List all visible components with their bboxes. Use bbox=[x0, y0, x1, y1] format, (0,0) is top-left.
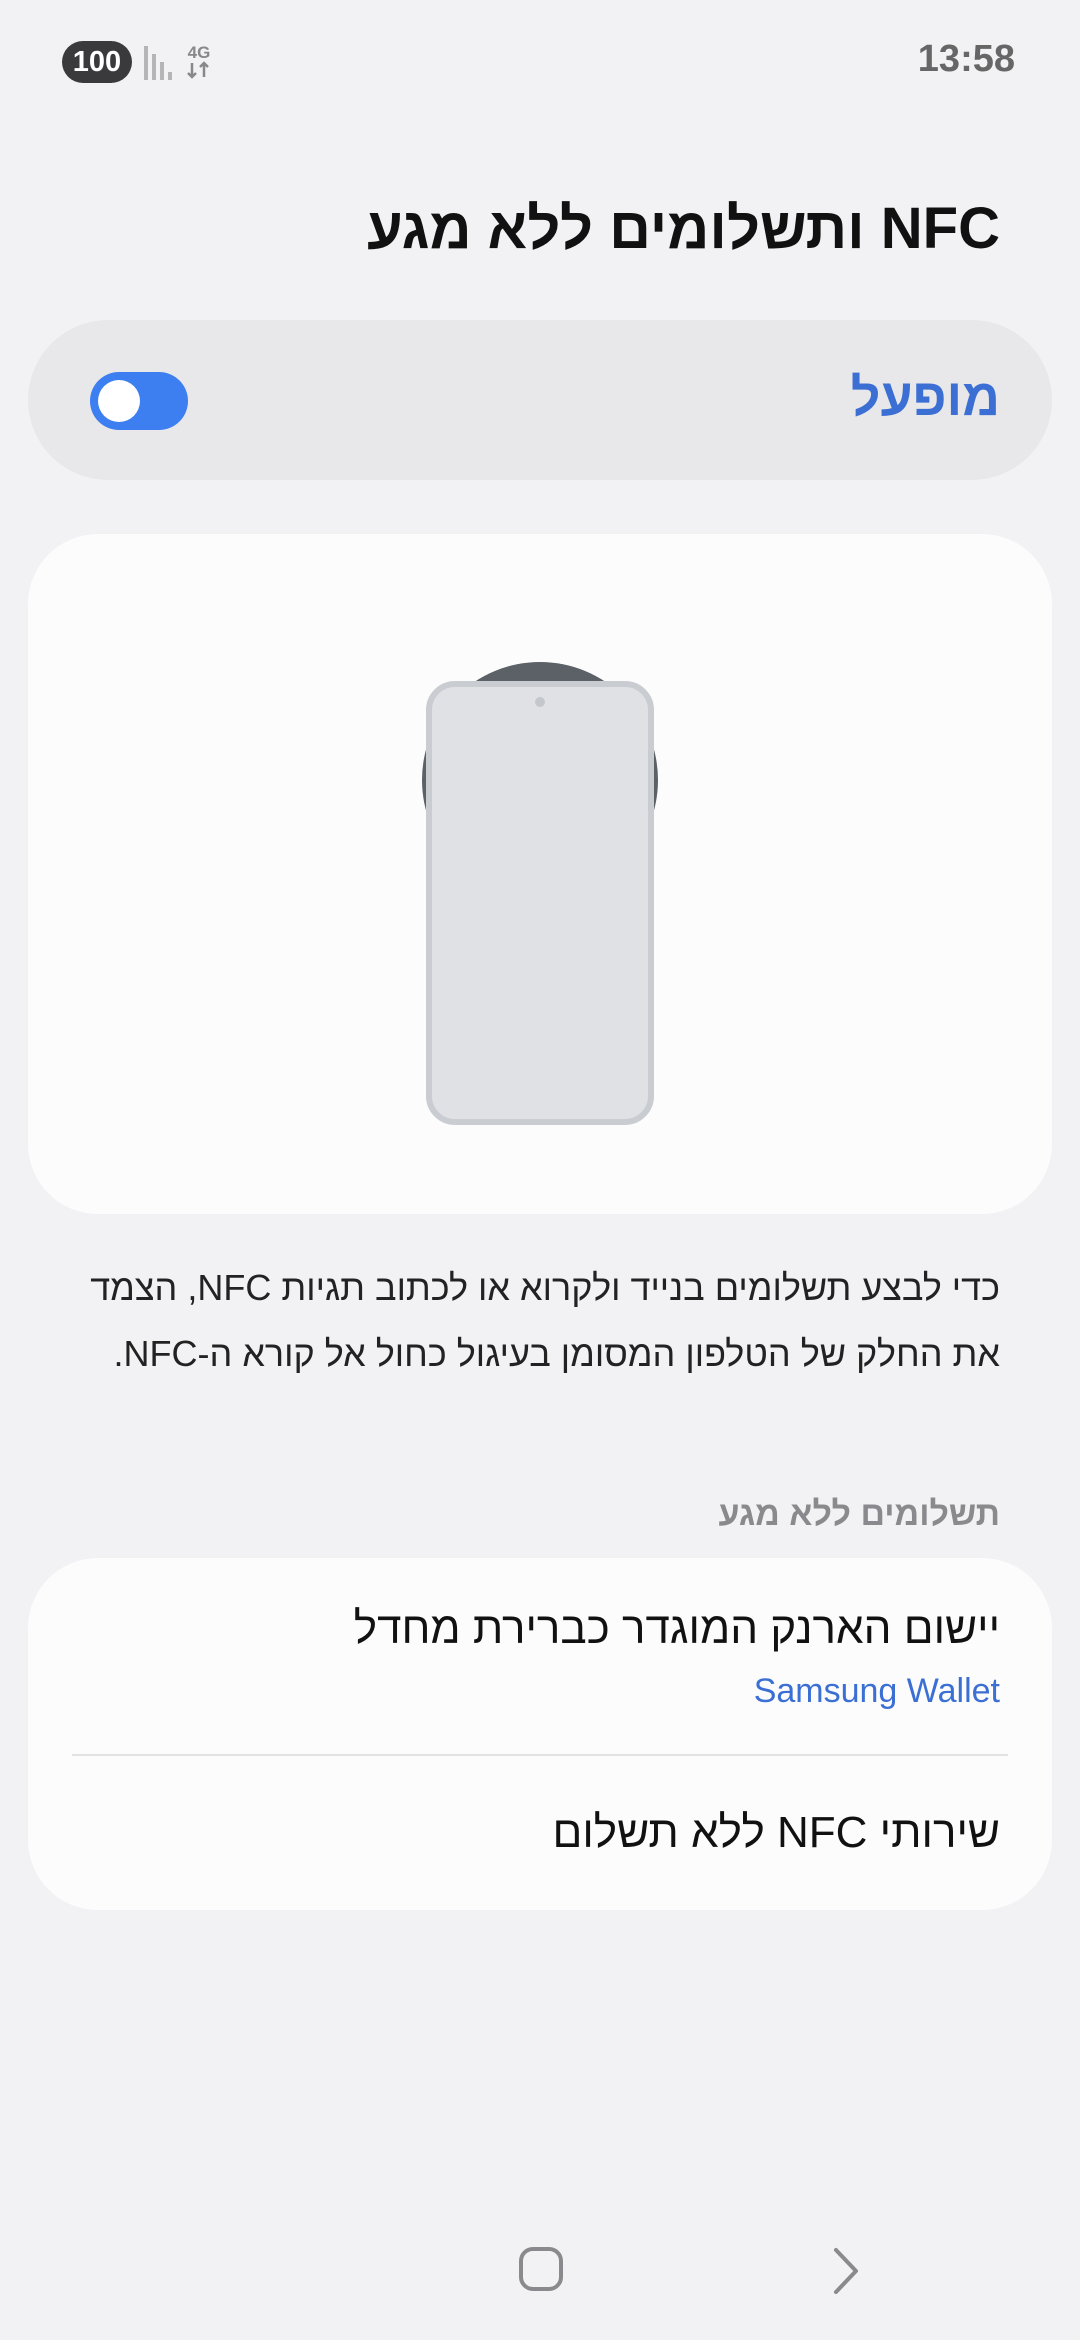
toggle-knob bbox=[98, 380, 140, 422]
navigation-bar bbox=[0, 2220, 1080, 2340]
nfc-free-services-title: שירותי NFC ללא תשלום bbox=[552, 1808, 1000, 1857]
status-bar: 100 4G 13:58 bbox=[0, 0, 1080, 125]
nfc-master-toggle-row[interactable]: מופעל bbox=[28, 320, 1052, 480]
page-title: NFC ותשלומים ללא מגע bbox=[366, 196, 1000, 261]
network-type-label: 4G bbox=[187, 43, 211, 62]
toggle-state-label: מופעל bbox=[850, 369, 1000, 427]
battery-badge: 100 bbox=[62, 41, 132, 83]
signal-icon bbox=[144, 46, 172, 80]
nfc-description: כדי לבצע תשלומים בנייד ולקרוא או לכתוב ת… bbox=[90, 1267, 1000, 1374]
default-wallet-value: Samsung Wallet bbox=[753, 1672, 1000, 1710]
4g-data-icon: 4G bbox=[184, 44, 214, 82]
nfc-toggle-switch[interactable] bbox=[90, 372, 188, 430]
phone-illustration bbox=[422, 662, 658, 1125]
home-icon[interactable] bbox=[518, 2246, 564, 2292]
nfc-free-services-row[interactable]: שירותי NFC ללא תשלום bbox=[28, 1756, 1052, 1910]
default-wallet-title: יישום הארנק המוגדר כברירת מחדל bbox=[353, 1604, 1000, 1653]
nfc-illustration-card bbox=[28, 534, 1052, 1214]
default-wallet-row[interactable]: יישום הארנק המוגדר כברירת מחדל Samsung W… bbox=[28, 1558, 1052, 1754]
data-arrows-icon bbox=[187, 61, 209, 79]
back-icon[interactable] bbox=[822, 2246, 868, 2296]
contactless-section-header: תשלומים ללא מגע bbox=[718, 1495, 1001, 1533]
clock: 13:58 bbox=[917, 38, 1015, 80]
contactless-settings-card: יישום הארנק המוגדר כברירת מחדל Samsung W… bbox=[28, 1558, 1052, 1910]
